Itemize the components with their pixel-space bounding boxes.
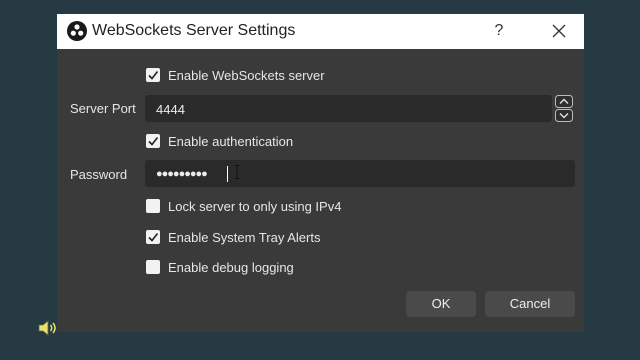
lock-ipv4-checkbox[interactable] xyxy=(146,199,160,213)
enable-server-checkbox[interactable] xyxy=(146,68,160,82)
enable-server-label: Enable WebSockets server xyxy=(168,68,325,83)
ibeam-cursor-icon xyxy=(234,165,240,179)
checkmark-icon xyxy=(148,71,159,80)
enable-auth-checkbox[interactable] xyxy=(146,134,160,148)
password-input[interactable]: ●●●●●●●●● xyxy=(145,160,575,187)
password-label: Password xyxy=(70,167,128,182)
chevron-up-icon xyxy=(555,95,573,108)
tray-alerts-checkbox[interactable] xyxy=(146,230,160,244)
server-port-input[interactable]: 4444 xyxy=(145,95,552,122)
chevron-down-icon xyxy=(555,109,573,122)
server-port-value: 4444 xyxy=(156,102,185,117)
tray-alerts-label: Enable System Tray Alerts xyxy=(168,230,321,245)
close-button[interactable] xyxy=(545,17,573,45)
ok-button[interactable]: OK xyxy=(406,291,476,317)
title-bar: WebSockets Server Settings ? xyxy=(57,14,584,49)
password-value: ●●●●●●●●● xyxy=(156,168,208,180)
close-icon xyxy=(552,24,566,38)
enable-auth-label: Enable authentication xyxy=(168,134,294,149)
checkmark-icon xyxy=(148,233,159,242)
port-decrement-button[interactable] xyxy=(555,109,573,122)
dialog-title: WebSockets Server Settings xyxy=(92,22,296,39)
obs-logo-icon xyxy=(67,21,87,41)
lock-ipv4-label: Lock server to only using IPv4 xyxy=(168,199,342,214)
port-increment-button[interactable] xyxy=(555,95,573,108)
websockets-settings-dialog: WebSockets Server Settings ? Enable WebS… xyxy=(57,14,584,332)
text-caret xyxy=(227,166,228,182)
help-button[interactable]: ? xyxy=(487,17,511,45)
checkmark-icon xyxy=(148,137,159,146)
server-port-label: Server Port xyxy=(70,101,136,116)
speaker-icon[interactable] xyxy=(38,320,58,336)
cancel-button[interactable]: Cancel xyxy=(485,291,575,317)
debug-logging-checkbox[interactable] xyxy=(146,260,160,274)
debug-logging-label: Enable debug logging xyxy=(168,260,294,275)
